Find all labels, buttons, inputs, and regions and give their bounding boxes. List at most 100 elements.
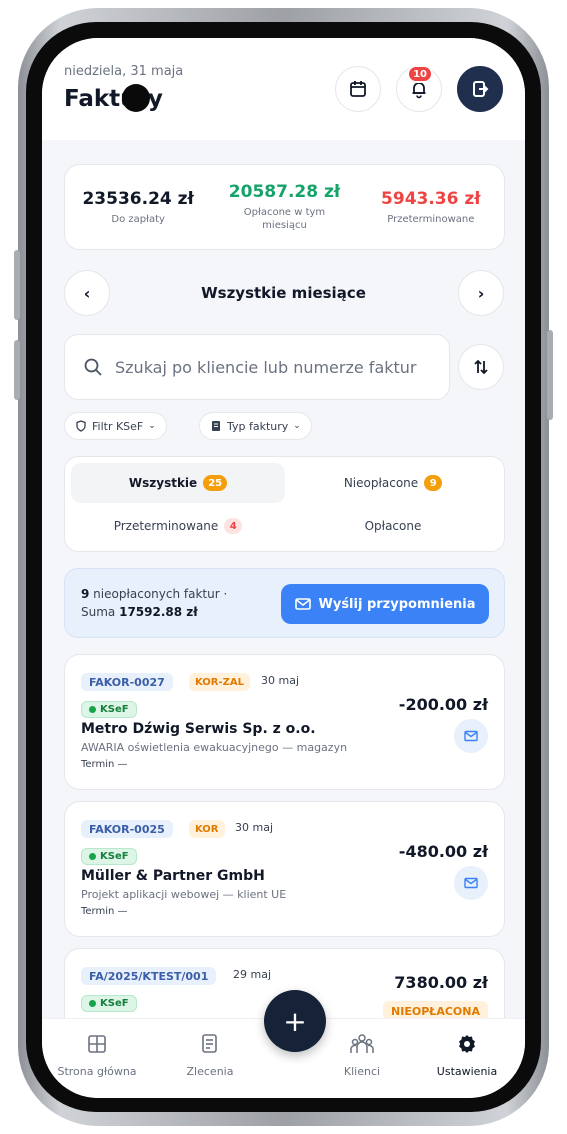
app-header: niedziela, 31 maja Faktury 10: [42, 38, 525, 140]
shield-icon: [76, 420, 86, 432]
tab-label: Wszystkie: [128, 476, 198, 490]
tab-all[interactable]: Wszystkie 25: [71, 463, 285, 503]
search-icon: [84, 358, 102, 376]
invoice-amount: -480.00 zł: [398, 842, 488, 861]
tab-label: Opłacone: [364, 519, 422, 533]
ksef-badge: KSeF: [81, 848, 137, 865]
calendar-icon: [350, 81, 366, 97]
document-icon: [212, 421, 220, 431]
nav-item-settings[interactable]: Ustawienia: [412, 1033, 522, 1078]
calendar-button[interactable]: [335, 66, 381, 112]
ksef-label: KSeF: [100, 704, 129, 715]
ksef-dot-icon: [89, 706, 96, 713]
invoice-date: 30 maj: [235, 821, 274, 834]
invoice-term: Termin —: [81, 759, 128, 770]
status-tabs: Wszystkie 25 Nieopłacone 9 Przeterminowa…: [64, 456, 505, 552]
mail-icon: [294, 598, 311, 610]
invoice-client: Metro Dźwig Serwis Sp. z o.o.: [81, 721, 316, 737]
ksef-label: KSeF: [100, 851, 129, 862]
summary-label: Przeterminowane: [387, 213, 475, 225]
tab-paid[interactable]: Opłacone: [286, 506, 500, 546]
nav-item-clients[interactable]: Klienci: [307, 1033, 417, 1078]
logout-button[interactable]: [457, 66, 503, 112]
add-invoice-button[interactable]: +: [264, 990, 326, 1052]
phone-side-button: [14, 250, 20, 320]
tab-label: Nieopłacone: [343, 476, 419, 490]
logout-icon: [473, 81, 489, 97]
summary-value: 23536.24 zł: [82, 188, 194, 209]
gear-icon: [459, 1035, 475, 1053]
nav-label: Strona główna: [57, 1065, 137, 1078]
app-screen: niedziela, 31 maja Faktury 10 23536.24 z…: [42, 38, 525, 1098]
send-reminder-button[interactable]: [454, 719, 488, 753]
summary-label: Do zapłaty: [111, 213, 165, 225]
sort-button[interactable]: [458, 344, 504, 390]
search-box: [64, 334, 450, 400]
plus-icon: +: [283, 1004, 307, 1038]
sort-icon: [474, 359, 488, 375]
ksef-label: KSeF: [100, 998, 129, 1009]
mail-icon: [464, 877, 478, 889]
nav-label: Ustawienia: [436, 1065, 498, 1078]
invoice-type-badge: KOR-ZAL: [189, 673, 251, 691]
unpaid-reminder-banner: 9 nieopłaconych faktur · Suma 17592.88 z…: [64, 568, 505, 638]
grid-icon: [88, 1035, 106, 1053]
send-reminders-label: Wyślij przypomnienia: [318, 596, 476, 612]
send-reminder-button[interactable]: [454, 866, 488, 900]
mail-icon: [464, 730, 478, 742]
summary-card: 23536.24 zł Do zapłaty 20587.28 zł Opłac…: [64, 164, 505, 250]
ksef-dot-icon: [89, 853, 96, 860]
tab-count-badge: 4: [224, 518, 243, 534]
invoice-type-badge: KOR: [189, 820, 225, 838]
tab-unpaid[interactable]: Nieopłacone 9: [286, 463, 500, 503]
ksef-dot-icon: [89, 1000, 96, 1007]
invoice-date: 30 maj: [261, 674, 300, 687]
next-month-button[interactable]: ›: [458, 270, 504, 316]
invoice-date: 29 maj: [233, 968, 272, 981]
invoice-card[interactable]: FAKOR-0025 KOR 30 maj KSeF Müller & Part…: [64, 801, 505, 937]
ksef-badge: KSeF: [81, 995, 137, 1012]
nav-label: Klienci: [343, 1065, 381, 1078]
send-reminders-button[interactable]: Wyślij przypomnienia: [281, 584, 489, 624]
unpaid-summary-text: 9 nieopłaconych faktur · Suma 17592.88 z…: [81, 585, 271, 621]
invoice-amount: 7380.00 zł: [394, 973, 488, 992]
summary-paid: 20587.28 zł Opłacone w tym miesiącu: [211, 165, 357, 249]
summary-value: 5943.36 zł: [381, 188, 481, 209]
invoice-description: AWARIA oświetlenia ewakuacyjnego — magaz…: [81, 741, 348, 754]
phone-side-button: [14, 340, 20, 400]
invoice-term: Termin —: [81, 906, 128, 917]
tab-count-badge: 25: [203, 475, 228, 491]
summary-value: 20587.28 zł: [228, 182, 341, 202]
invoice-number: FAKOR-0027: [81, 673, 173, 691]
month-label: Wszystkie miesiące: [201, 284, 366, 302]
ksef-badge: KSeF: [81, 701, 137, 718]
front-camera: [122, 84, 150, 112]
nav-item-home[interactable]: Strona główna: [42, 1033, 152, 1078]
clients-icon: [350, 1034, 374, 1053]
phone-side-button: [547, 330, 553, 420]
notification-count-badge: 10: [407, 65, 433, 83]
invoice-type-label: Typ faktury: [227, 419, 289, 433]
ksef-filter-chip[interactable]: Filtr KSeF ⌄: [64, 412, 167, 440]
invoice-amount: -200.00 zł: [398, 695, 488, 714]
ksef-filter-label: Filtr KSeF: [92, 419, 144, 433]
notifications-button[interactable]: 10: [396, 65, 442, 112]
header-date: niedziela, 31 maja: [64, 64, 184, 79]
invoice-description: Projekt aplikacji webowej — klient UE: [81, 888, 287, 901]
tab-overdue[interactable]: Przeterminowane 4: [71, 506, 285, 546]
invoice-number: FA/2025/KTEST/001: [81, 967, 217, 985]
unpaid-text: nieopłaconych faktur ·: [89, 587, 228, 601]
tab-count-badge: 9: [424, 475, 443, 491]
invoice-card[interactable]: FAKOR-0027 KOR-ZAL 30 maj KSeF Metro Dźw…: [64, 654, 505, 790]
nav-label: Zlecenia: [186, 1065, 234, 1078]
unpaid-sum-value: 17592.88 zł: [119, 605, 198, 619]
summary-label: Opłacone w tym miesiącu: [243, 207, 326, 231]
invoice-type-chip[interactable]: Typ faktury ⌄: [199, 412, 312, 440]
document-icon: [202, 1034, 217, 1053]
nav-item-orders[interactable]: Zlecenia: [155, 1033, 265, 1078]
chevron-down-icon: ⌄: [293, 421, 301, 431]
search-input[interactable]: [115, 357, 435, 377]
invoice-client: Müller & Partner GmbH: [81, 868, 265, 884]
unpaid-sum-label: Suma: [81, 605, 120, 619]
summary-due: 23536.24 zł Do zapłaty: [65, 165, 211, 249]
